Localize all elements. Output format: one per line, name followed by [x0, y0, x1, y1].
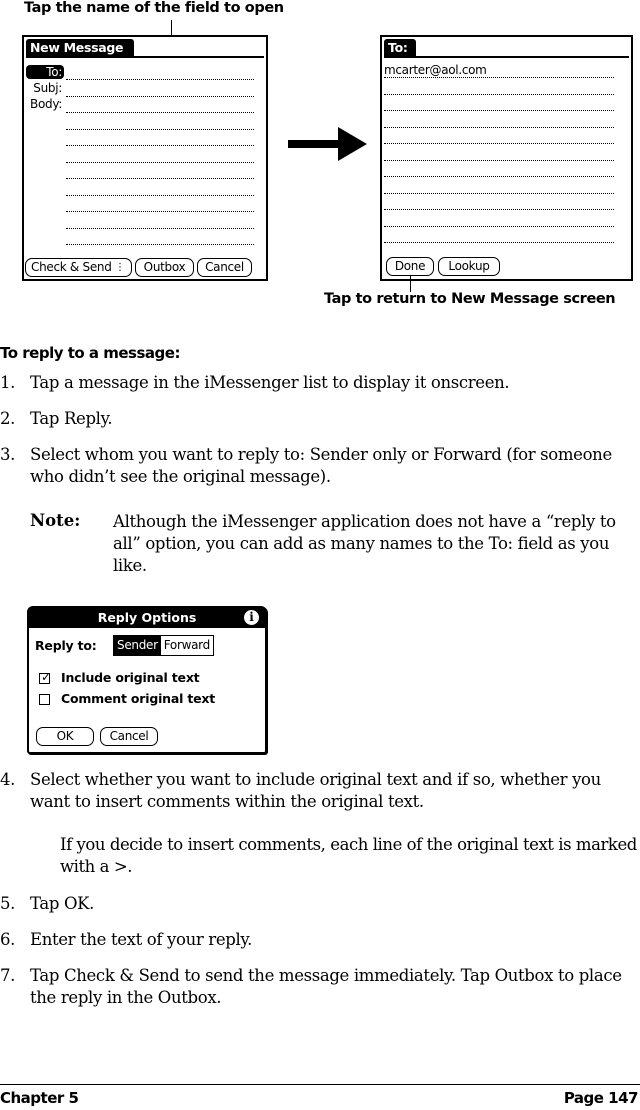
to-input-line[interactable]: [384, 160, 614, 161]
comment-original-label[interactable]: Comment original text: [61, 691, 215, 706]
footer-page-number: Page 147: [563, 1089, 639, 1107]
check-send-button[interactable]: Check & Send ⋮: [25, 258, 132, 277]
body-input-line[interactable]: [66, 195, 254, 196]
sender-option[interactable]: Sender: [114, 636, 161, 655]
lookup-button[interactable]: Lookup: [438, 257, 500, 276]
to-input-line[interactable]: [384, 193, 614, 194]
step-number: 4.: [0, 770, 16, 789]
check-send-label: Check & Send: [31, 260, 112, 274]
include-original-checkbox[interactable]: ✓: [39, 670, 52, 684]
new-message-screen: New Message To: Subj: Body: Check & Send…: [22, 35, 268, 281]
comment-original-checkbox[interactable]: [39, 694, 50, 705]
title-rule: [26, 56, 264, 58]
to-input-line[interactable]: [384, 143, 614, 144]
to-input-line[interactable]: [384, 77, 614, 78]
reply-options-title: Reply Options i: [29, 608, 265, 628]
field-label-to[interactable]: To:: [26, 65, 64, 79]
info-icon[interactable]: i: [244, 610, 259, 625]
to-input-line[interactable]: [384, 226, 614, 227]
field-label-subj[interactable]: Subj:: [24, 81, 62, 95]
to-input-line[interactable]: [384, 176, 614, 177]
to-input-line[interactable]: [384, 242, 614, 243]
body-input-line[interactable]: [66, 129, 254, 130]
done-button[interactable]: Done: [386, 257, 434, 276]
field-label-body[interactable]: Body:: [24, 97, 62, 111]
outbox-button[interactable]: Outbox: [135, 258, 194, 277]
step-text: Enter the text of your reply.: [30, 930, 253, 949]
to-input-line[interactable]: [384, 127, 614, 128]
new-message-title: New Message: [26, 39, 134, 57]
note-label: Note:: [30, 511, 81, 530]
step-number: 2.: [0, 409, 16, 428]
body-input-line[interactable]: [66, 112, 254, 113]
ok-button[interactable]: OK: [36, 727, 94, 746]
reply-to-label: Reply to:: [35, 638, 97, 653]
signal-status-icon: ⋮: [115, 262, 125, 273]
subj-input-line[interactable]: [66, 96, 254, 97]
step-text: Tap a message in the iMessenger list to …: [30, 373, 510, 392]
procedure-heading: To reply to a message:: [0, 344, 180, 362]
dialog-title-text: Reply Options: [97, 610, 197, 625]
check-icon: ✓: [41, 670, 52, 684]
step-number: 5.: [0, 894, 16, 913]
step-number: 7.: [0, 966, 16, 985]
callout-tap-field-name: Tap the name of the field to open: [24, 0, 284, 16]
callout-return-new-message: Tap to return to New Message screen: [324, 291, 616, 307]
cancel-button[interactable]: Cancel: [197, 258, 252, 277]
callout-leader-done: [410, 276, 411, 292]
body-input-line[interactable]: [66, 162, 254, 163]
step-4-detail: If you decide to insert comments, each l…: [60, 835, 637, 876]
include-original-label[interactable]: Include original text: [61, 670, 200, 685]
step-text: Tap Check & Send to send the message imm…: [30, 966, 622, 1007]
right-arrow-icon: [288, 127, 367, 161]
body-input-line[interactable]: [66, 244, 254, 245]
footer-chapter: Chapter 5: [0, 1089, 79, 1107]
to-input-line[interactable]: [384, 209, 614, 210]
title-rule: [384, 56, 629, 58]
to-input-line[interactable]: [384, 94, 614, 95]
body-input-line[interactable]: [66, 145, 254, 146]
body-input-line[interactable]: [66, 228, 254, 229]
forward-option[interactable]: Forward: [161, 636, 213, 655]
step-number: 1.: [0, 373, 16, 392]
step-number: 6.: [0, 930, 16, 949]
to-field-screen: To: mcarter@aol.com Done Lookup: [380, 35, 633, 281]
step-text: Tap OK.: [30, 894, 95, 913]
step-text: Select whom you want to reply to: Sender…: [30, 445, 612, 486]
footer-rule: [0, 1084, 640, 1085]
note-text: Although the iMessenger application does…: [113, 512, 616, 575]
body-input-line[interactable]: [66, 178, 254, 179]
reply-options-dialog: Reply Options i Reply to: Sender Forward…: [27, 606, 267, 754]
to-field-value[interactable]: mcarter@aol.com: [384, 63, 487, 77]
to-input-line[interactable]: [66, 79, 254, 80]
body-input-line[interactable]: [66, 211, 254, 212]
to-screen-title: To:: [384, 39, 416, 57]
dialog-cancel-button[interactable]: Cancel: [100, 727, 158, 746]
step-text: Tap Reply.: [30, 409, 113, 428]
to-input-line[interactable]: [384, 110, 614, 111]
reply-to-selector: Sender Forward: [113, 635, 214, 656]
step-number: 3.: [0, 445, 16, 464]
step-text: Select whether you want to include origi…: [30, 770, 601, 811]
